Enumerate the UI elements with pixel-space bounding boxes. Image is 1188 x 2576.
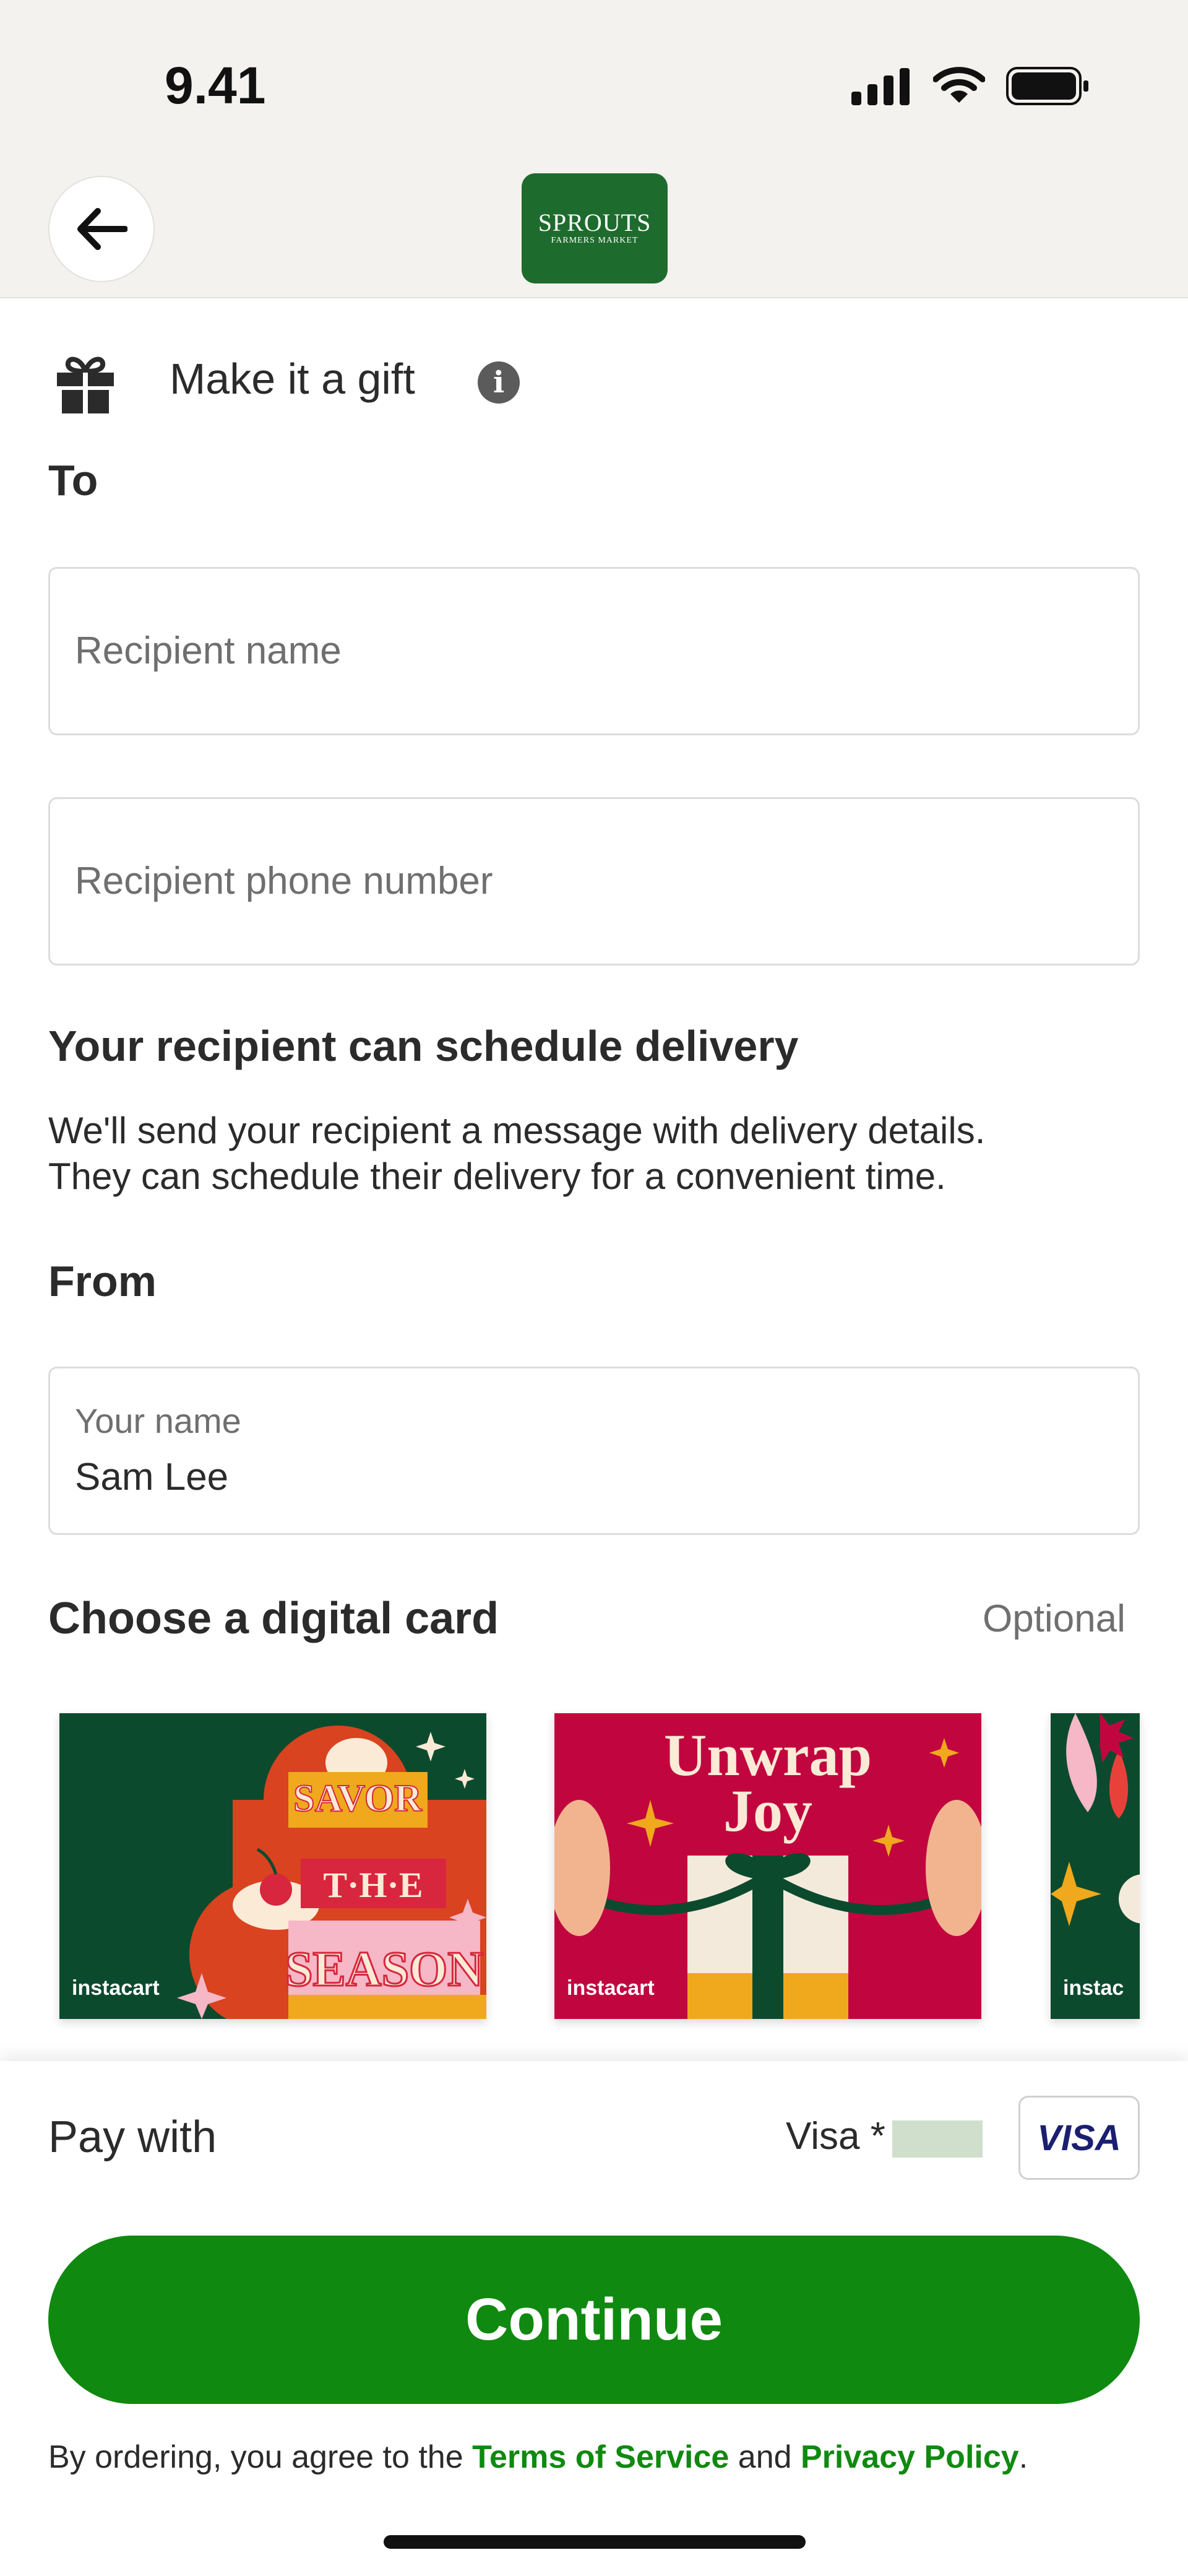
- legal-and: and: [729, 2439, 801, 2475]
- status-time: 9.41: [165, 56, 266, 115]
- card-artwork: [1051, 1713, 1140, 2019]
- pay-with-label: Pay with: [48, 2112, 217, 2162]
- card-1-text-2: T·H·E: [323, 1865, 423, 1905]
- back-button[interactable]: [48, 176, 155, 282]
- gift-title: Make it a gift: [170, 355, 415, 403]
- your-name-input[interactable]: Your name Sam Lee: [48, 1367, 1140, 1535]
- payment-method-text[interactable]: Visa *: [786, 2114, 885, 2158]
- card-1-brand: instacart: [72, 1976, 160, 2000]
- recipient-phone-placeholder: Recipient phone number: [75, 860, 493, 902]
- legal-text: By ordering, you agree to the Terms of S…: [48, 2439, 1028, 2476]
- signal-icon: [851, 68, 910, 105]
- recipient-name-placeholder: Recipient name: [75, 629, 342, 672]
- legal-suffix: .: [1018, 2439, 1028, 2475]
- continue-button[interactable]: Continue: [48, 2236, 1140, 2404]
- info-icon[interactable]: i: [478, 361, 520, 404]
- schedule-line-2: They can schedule their delivery for a c…: [48, 1156, 946, 1197]
- schedule-line-1: We'll send your recipient a message with…: [48, 1110, 986, 1151]
- card-2-brand: instacart: [567, 1976, 655, 2000]
- card-artwork: Unwrap Joy: [554, 1713, 981, 2019]
- privacy-policy-link[interactable]: Privacy Policy: [801, 2439, 1019, 2475]
- recipient-phone-input[interactable]: Recipient phone number: [48, 797, 1140, 966]
- store-logo: SPROUTS FARMERS MARKET: [522, 173, 668, 283]
- terms-of-service-link[interactable]: Terms of Service: [472, 2439, 729, 2475]
- schedule-description: We'll send your recipient a message with…: [48, 1108, 1150, 1199]
- card-artwork: SAVOR T·H·E SEASON: [59, 1713, 486, 2019]
- card-2-text-2: Joy: [723, 1778, 812, 1844]
- optional-label: Optional: [983, 1597, 1126, 1640]
- digital-card-partial[interactable]: instac: [1051, 1713, 1140, 2019]
- home-indicator: [384, 2535, 806, 2549]
- digital-card-unwrap-joy[interactable]: Unwrap Joy instacart: [554, 1713, 981, 2019]
- your-name-label: Your name: [75, 1401, 241, 1440]
- digital-card-title: Choose a digital card: [48, 1594, 499, 1643]
- your-name-value: Sam Lee: [75, 1456, 229, 1498]
- card-number-mask: [892, 2120, 983, 2158]
- card-1-text-3: SEASON: [285, 1942, 483, 1997]
- from-label: From: [48, 1257, 157, 1305]
- arrow-left-icon: [77, 208, 127, 250]
- recipient-name-input[interactable]: Recipient name: [48, 567, 1140, 735]
- gift-icon: [57, 357, 114, 413]
- visa-card-icon[interactable]: VISA: [1018, 2096, 1140, 2180]
- legal-prefix: By ordering, you agree to the: [48, 2439, 473, 2475]
- wifi-icon: [933, 67, 985, 103]
- card-3-brand: instac: [1063, 1976, 1124, 2000]
- to-label: To: [48, 456, 98, 504]
- store-logo-subtitle: FARMERS MARKET: [551, 236, 639, 245]
- digital-card-savor-the-season[interactable]: SAVOR T·H·E SEASON instacart: [59, 1713, 486, 2019]
- card-1-text-1: SAVOR: [293, 1778, 423, 1820]
- schedule-title: Your recipient can schedule delivery: [48, 1022, 799, 1070]
- store-logo-name: SPROUTS: [538, 209, 652, 236]
- battery-icon: [1006, 67, 1088, 105]
